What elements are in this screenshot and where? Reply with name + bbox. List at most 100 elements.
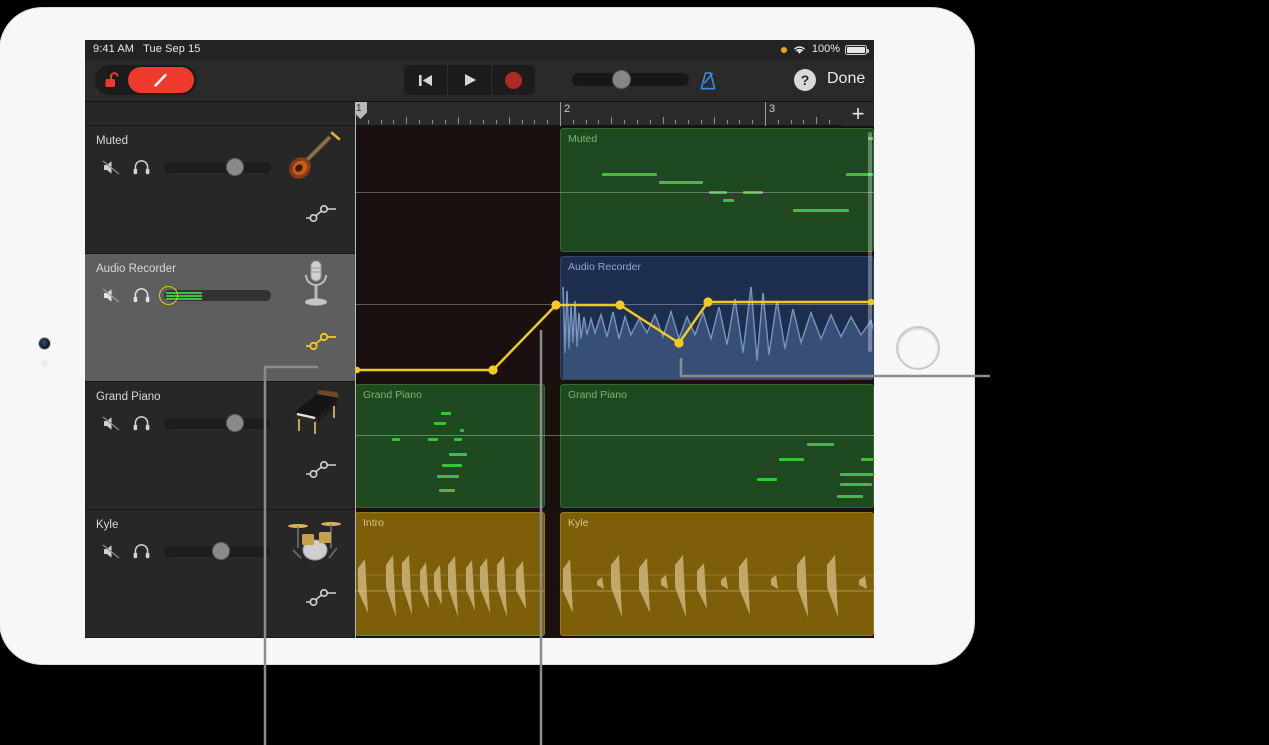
play-button[interactable]: [448, 65, 491, 95]
status-time: 9:41 AM: [93, 43, 135, 55]
microphone-icon: [287, 258, 343, 306]
battery-percent: 100%: [811, 43, 840, 55]
track-headers-top-spacer: [85, 102, 355, 126]
track-name-label: Kyle: [96, 519, 119, 531]
transport-controls: [404, 65, 535, 95]
vertical-scrollbar[interactable]: [868, 132, 872, 352]
track-name-label: Audio Recorder: [96, 263, 176, 275]
automation-button[interactable]: [305, 204, 337, 227]
playhead[interactable]: 1: [355, 102, 367, 638]
region-kyle[interactable]: Kyle: [560, 512, 874, 636]
track-header-kyle[interactable]: Kyle: [85, 510, 355, 638]
lane-audio-recorder[interactable]: Audio Recorder: [355, 254, 874, 382]
ipad-screen: 9:41 AM Tue Sep 15 100% ? Done Muted Aud…: [85, 40, 874, 638]
edit-mode-group: [95, 65, 197, 95]
status-bar: 9:41 AM Tue Sep 15 100%: [85, 40, 874, 59]
master-volume-slider[interactable]: [572, 70, 689, 89]
rewind-button[interactable]: [404, 65, 447, 95]
record-button[interactable]: [492, 65, 535, 95]
timeline-area[interactable]: 1 2 3 + Muted: [355, 102, 874, 638]
timeline-ruler[interactable]: 1 2 3 +: [355, 102, 874, 126]
workspace: Muted Audio Recorder Grand Piano Kyle 2 …: [85, 102, 874, 638]
solo-button[interactable]: [126, 540, 156, 562]
region-audio-recorder[interactable]: Audio Recorder: [560, 256, 874, 380]
track-controls: [96, 540, 271, 562]
automation-button[interactable]: [305, 588, 337, 611]
lock-button[interactable]: [95, 65, 129, 95]
status-date: Tue Sep 15: [143, 43, 201, 55]
mute-off-icon: [102, 288, 119, 302]
solo-button[interactable]: [126, 412, 156, 434]
track-volume-knob[interactable]: [226, 413, 244, 432]
battery-icon: [845, 44, 869, 55]
lane-grand-piano[interactable]: Grand Piano Grand Piano: [355, 382, 874, 510]
grand-piano-icon: [287, 386, 343, 434]
track-automation-slider[interactable]: [159, 285, 271, 305]
solo-button[interactable]: [126, 156, 156, 178]
mute-off-icon: [102, 544, 119, 558]
track-name-label: Grand Piano: [96, 391, 161, 403]
track-name-label: Muted: [96, 135, 128, 147]
home-button[interactable]: [896, 326, 940, 370]
track-controls: [96, 412, 271, 434]
track-volume-slider[interactable]: [164, 541, 271, 560]
drum-kit-icon: [287, 514, 343, 562]
bar-label: 3: [769, 103, 776, 115]
track-header-audio-recorder[interactable]: Audio Recorder: [85, 254, 355, 382]
track-volume-slider[interactable]: [164, 157, 271, 176]
track-volume-slider[interactable]: [164, 413, 271, 432]
help-button[interactable]: ?: [794, 69, 816, 91]
unlocked-padlock-icon: [105, 72, 119, 87]
automation-slider-knob[interactable]: [159, 285, 178, 305]
done-button[interactable]: Done: [827, 70, 865, 88]
bar-label: 2: [564, 103, 571, 115]
track-controls: [96, 156, 271, 178]
automation-button-active[interactable]: [305, 332, 337, 355]
rewind-to-start-icon: [419, 74, 432, 86]
master-volume-knob[interactable]: [612, 70, 631, 89]
lane-muted[interactable]: Muted: [355, 126, 874, 254]
headphones-icon: [133, 159, 149, 174]
automation-button[interactable]: [305, 460, 337, 483]
region-intro[interactable]: Intro: [355, 512, 545, 636]
track-volume-knob[interactable]: [212, 541, 230, 560]
headphones-icon: [133, 287, 149, 302]
region-grand-piano-1[interactable]: Grand Piano: [355, 384, 545, 508]
headphones-icon: [133, 415, 149, 430]
automation-icon: [306, 460, 336, 479]
audio-waveform: [562, 286, 873, 379]
edit-pencil-button[interactable]: [128, 67, 194, 93]
track-header-muted[interactable]: Muted: [85, 126, 355, 254]
region-muted[interactable]: Muted: [560, 128, 874, 252]
electric-guitar-icon: [287, 130, 343, 179]
ambient-sensor-icon: [41, 360, 48, 367]
mute-button[interactable]: [96, 284, 126, 306]
mute-button[interactable]: [96, 412, 126, 434]
region-grand-piano-2[interactable]: Grand Piano: [560, 384, 874, 508]
mute-button[interactable]: [96, 156, 126, 178]
track-header-grand-piano[interactable]: Grand Piano: [85, 382, 355, 510]
region-label: Muted: [568, 133, 598, 145]
region-label: Grand Piano: [568, 389, 627, 401]
mute-button[interactable]: [96, 540, 126, 562]
main-toolbar: ? Done: [85, 59, 874, 102]
record-icon: [505, 71, 522, 89]
drum-waveform-kyle: [561, 555, 873, 617]
track-lanes: Muted Audio Recorder Grand Piano Grand P…: [355, 126, 874, 638]
solo-button[interactable]: [126, 284, 156, 306]
recording-indicator-icon: [780, 46, 787, 53]
metronome-icon: [700, 72, 716, 90]
front-camera-icon: [39, 338, 50, 349]
automation-icon: [306, 204, 336, 223]
add-track-button[interactable]: +: [848, 103, 868, 125]
wifi-icon: [794, 46, 805, 54]
status-bar-left: 9:41 AM Tue Sep 15: [93, 40, 201, 59]
region-label: Grand Piano: [363, 389, 422, 401]
play-icon: [464, 74, 476, 86]
track-volume-knob[interactable]: [226, 157, 244, 176]
lane-kyle[interactable]: Intro Kyle: [355, 510, 874, 638]
track-controls: [96, 284, 271, 306]
metronome-button[interactable]: [697, 70, 719, 97]
mute-off-icon: [102, 416, 119, 430]
screenshot-root: 9:41 AM Tue Sep 15 100% ? Done Muted Aud…: [0, 0, 1269, 745]
